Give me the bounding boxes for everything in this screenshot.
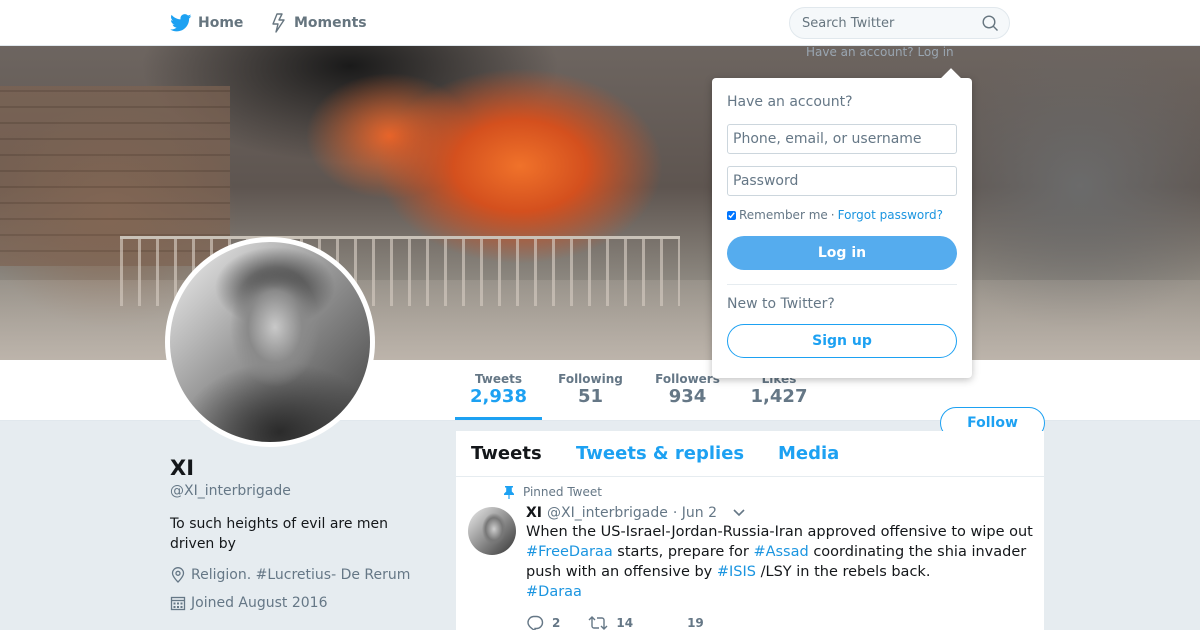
nav-moments[interactable]: Moments (270, 0, 367, 46)
retweet-count: 14 (616, 616, 634, 630)
twitter-bird-icon (170, 14, 192, 32)
chevron-down-icon[interactable] (732, 508, 746, 518)
like-count: 19 (687, 616, 704, 630)
remember-checkbox[interactable] (727, 210, 736, 220)
password-field[interactable] (727, 166, 957, 196)
retweet-action[interactable]: 14 (588, 616, 633, 630)
tab-media[interactable]: Media (778, 443, 839, 464)
hashtag-link[interactable]: #FreeDaraa (526, 544, 613, 560)
tweet-author-name[interactable]: XI (526, 505, 542, 521)
hashtag-link[interactable]: #Daraa (526, 584, 582, 600)
tweet-actions: 2 14 19 (526, 615, 732, 630)
stat-value: 934 (668, 386, 707, 407)
profile-handle[interactable]: @XI_interbrigade (170, 483, 291, 499)
stat-label: Tweets (474, 372, 523, 386)
tab-tweets[interactable]: Tweets (471, 443, 542, 464)
tweet-avatar[interactable] (468, 507, 516, 555)
tweet-author-handle[interactable]: @XI_interbrigade (547, 505, 668, 521)
pinned-tweet[interactable]: Pinned Tweet XI @XI_interbrigade · Jun 2… (456, 478, 1044, 630)
login-hint[interactable]: Have an account? Log in (806, 45, 954, 59)
hashtag-link[interactable]: #ISIS (717, 564, 756, 580)
location-pin-icon (171, 567, 185, 583)
stat-following[interactable]: Following 51 (553, 360, 628, 420)
remember-label[interactable]: Remember me (739, 208, 828, 222)
tweet-text: When the US-Israel-Jordan-Russia-Iran ap… (526, 522, 1036, 602)
retweet-icon (588, 616, 608, 630)
stat-value: 1,427 (750, 386, 808, 407)
profile-name[interactable]: XI (170, 456, 194, 480)
location-text: Religion. #Lucretius- De Rerum (191, 567, 411, 583)
reply-action[interactable]: 2 (526, 615, 560, 630)
tab-tweets-and-replies[interactable]: Tweets & replies (576, 443, 744, 464)
pin-icon (504, 485, 514, 499)
search-input[interactable] (802, 8, 972, 38)
like-action[interactable]: 19 (661, 615, 704, 630)
search-box (789, 7, 1010, 39)
dropdown-title: Have an account? (727, 94, 853, 110)
forgot-password-link[interactable]: Forgot password? (838, 208, 943, 222)
profile-bio: To such heights of evil are men driven b… (170, 516, 389, 552)
tweet-header: XI @XI_interbrigade · Jun 2 (526, 505, 746, 521)
login-button[interactable]: Log in (727, 236, 957, 270)
top-nav: Home Moments (0, 0, 1200, 46)
joined-text: Joined August 2016 (191, 595, 328, 611)
profile-avatar[interactable] (165, 237, 375, 447)
tweet-text-part: When the US-Israel-Jordan-Russia-Iran ap… (526, 524, 1033, 540)
nav-home[interactable]: Home (170, 0, 243, 46)
remember-row: Remember me · Forgot password? (727, 208, 943, 222)
nav-moments-label: Moments (294, 15, 367, 31)
search-icon[interactable] (982, 15, 999, 32)
calendar-icon (170, 596, 186, 611)
timeline: Tweets Tweets & replies Media Pinned Twe… (456, 431, 1044, 630)
tweet-date[interactable]: · Jun 2 (673, 505, 717, 521)
pinned-text: Pinned Tweet (523, 485, 602, 499)
new-to-twitter-label: New to Twitter? (727, 296, 835, 312)
reply-icon (527, 615, 544, 630)
hashtag-link[interactable]: #Assad (753, 544, 808, 560)
signup-button[interactable]: Sign up (727, 324, 957, 358)
profile-location: Religion. #Lucretius- De Rerum (170, 567, 410, 583)
username-field[interactable] (727, 124, 957, 154)
timeline-tabs: Tweets Tweets & replies Media (456, 431, 1044, 477)
stat-tweets[interactable]: Tweets 2,938 (455, 360, 542, 420)
pinned-label: Pinned Tweet (504, 485, 602, 499)
stat-value: 2,938 (470, 386, 527, 407)
avatar-image (170, 242, 370, 442)
stat-value: 51 (577, 386, 604, 407)
remember-separator: · (830, 208, 835, 222)
lightning-icon (272, 13, 285, 33)
dropdown-divider (727, 284, 957, 285)
reply-count: 2 (552, 616, 561, 630)
heart-icon (661, 615, 679, 630)
login-dropdown: Have an account? Remember me · Forgot pa… (712, 68, 972, 378)
tweet-text-part: /LSY in the rebels back. (756, 564, 931, 580)
profile-joined: Joined August 2016 (170, 595, 327, 611)
tweet-text-part: starts, prepare for (612, 544, 754, 560)
stat-label: Following (558, 372, 623, 386)
nav-home-label: Home (198, 15, 244, 31)
